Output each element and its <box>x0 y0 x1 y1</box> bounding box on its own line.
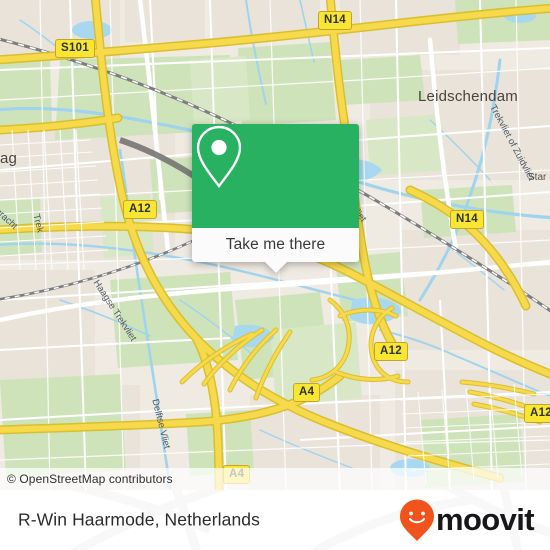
highway-shield-n14-east: N14 <box>450 210 484 229</box>
highway-shield-a12-west: A12 <box>123 200 157 219</box>
osm-attribution-text: © OpenStreetMap contributors <box>7 472 173 486</box>
osm-attribution-bar: © OpenStreetMap contributors <box>0 468 550 490</box>
popup-action-label: Take me there <box>225 236 326 253</box>
highway-shield-a12-south: A12 <box>374 342 408 361</box>
popup-pin-panel <box>192 124 359 228</box>
highway-shield-a12-east: A12 <box>524 404 550 423</box>
location-popup[interactable]: Take me there <box>192 124 359 273</box>
moovit-wordmark: moovit <box>435 502 535 537</box>
moovit-pin-smiley-icon <box>399 499 434 541</box>
popup-action-bar[interactable]: Take me there <box>192 228 359 273</box>
moovit-map-screen: Leidschendam ag Star Trekvliet of Zuidvl… <box>0 0 550 550</box>
footer-bar: R-Win Haarmode, Netherlands moovit <box>0 490 550 550</box>
map-pin-icon <box>196 125 242 188</box>
popup-tail-arrow <box>264 262 287 273</box>
map-canvas[interactable]: Leidschendam ag Star Trekvliet of Zuidvl… <box>0 0 550 490</box>
highway-shield-a4-mid: A4 <box>293 383 321 402</box>
highway-shield-n14-north: N14 <box>318 11 352 30</box>
place-title: R-Win Haarmode, Netherlands <box>18 509 260 530</box>
moovit-brand[interactable]: moovit <box>399 498 535 542</box>
highway-shield-s101: S101 <box>55 39 96 58</box>
